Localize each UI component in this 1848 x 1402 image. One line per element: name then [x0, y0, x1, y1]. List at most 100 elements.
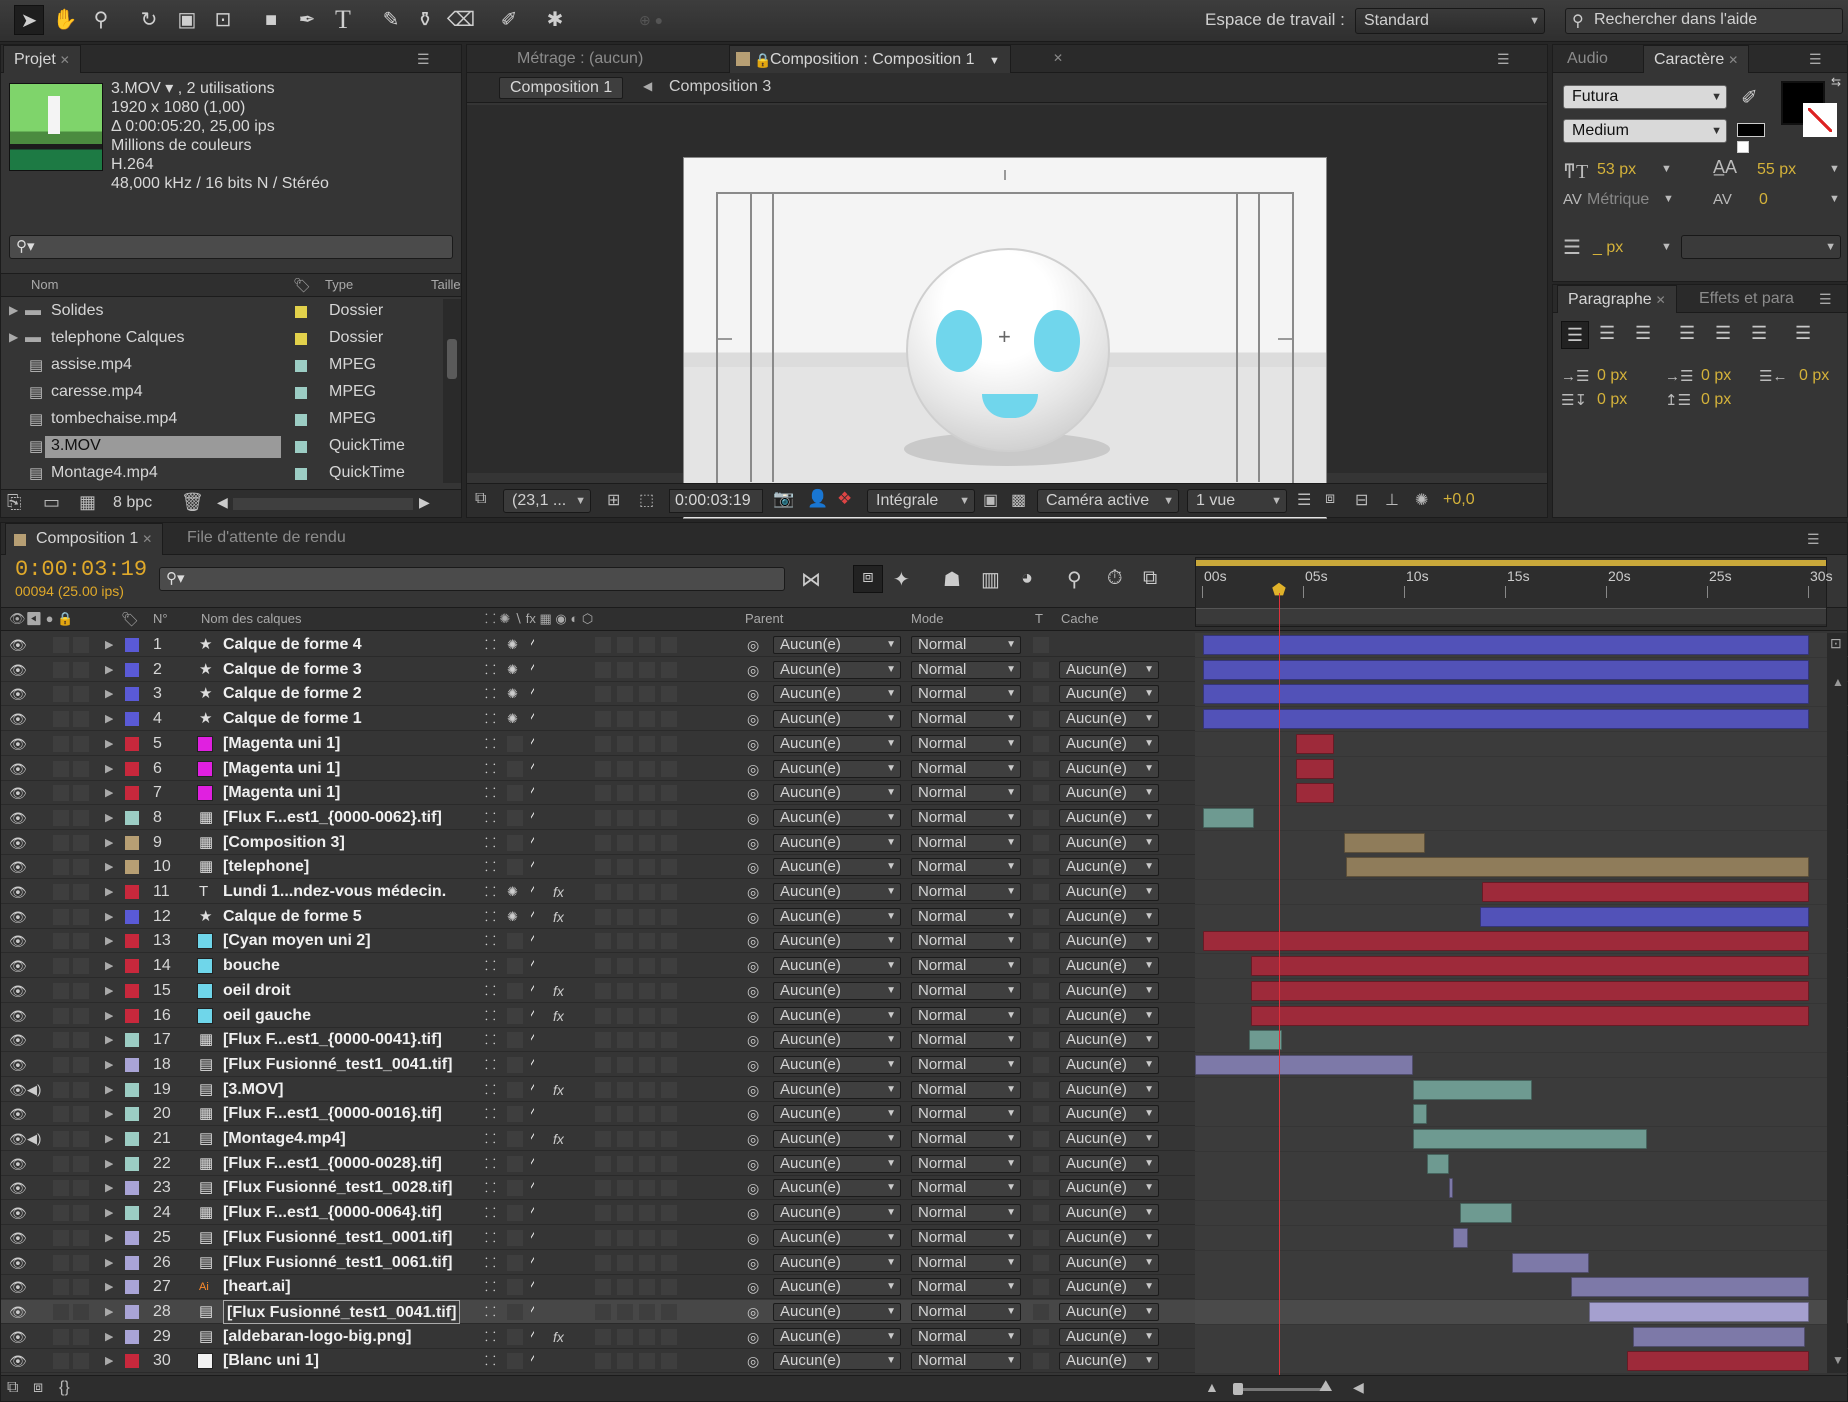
switch-box[interactable]	[661, 933, 677, 950]
camera-tool-icon[interactable]: ▣	[172, 5, 202, 35]
quality-switch-icon[interactable]: ∕	[531, 880, 534, 904]
eye-icon[interactable]: 👁	[9, 1349, 27, 1373]
switch-box[interactable]	[617, 785, 633, 802]
layer-duration-bar[interactable]	[1251, 1005, 1809, 1026]
pickwhip-icon[interactable]: ◎	[747, 1251, 759, 1275]
layer-duration-bar[interactable]	[1570, 1277, 1809, 1298]
label-color-chip[interactable]	[125, 761, 139, 776]
quality-switch-icon[interactable]: ∕	[531, 707, 534, 731]
expand-arrow-icon[interactable]: ▶	[105, 1102, 113, 1126]
switch-box[interactable]	[661, 1106, 677, 1123]
parent-dropdown[interactable]: Aucun(e) ▼	[773, 1154, 901, 1173]
justify-all-icon[interactable]: ☰	[1795, 323, 1811, 344]
indent-left-value[interactable]: 0 px	[1597, 367, 1627, 385]
layer-duration-bar[interactable]	[1588, 1301, 1809, 1322]
color-channels-icon[interactable]: ❖	[837, 489, 852, 509]
layer-row[interactable]: 👁 ▶ 16 oeil gauche ⸬ ∕ fx ◎ Aucun(e) ▼ Normal ▼ Aucu…	[1, 1003, 1848, 1028]
collapse-switch-box[interactable]	[507, 1056, 523, 1073]
swap-colors-icon[interactable]: ⇆	[1831, 75, 1841, 89]
expand-arrow-icon[interactable]: ▶	[105, 1028, 113, 1052]
project-item[interactable]: ▤ assise.mp4 MPEG	[1, 353, 441, 379]
layer-duration-bar[interactable]	[1203, 635, 1809, 655]
expand-arrow-icon[interactable]: ▶	[105, 1127, 113, 1151]
tracking-value[interactable]: 0	[1759, 191, 1768, 209]
snapshot-icon[interactable]: 📷	[773, 489, 794, 509]
space-after-value[interactable]: 0 px	[1701, 391, 1731, 409]
label-color-chip[interactable]	[125, 835, 139, 850]
blend-mode-dropdown[interactable]: Normal ▼	[911, 981, 1021, 1000]
flowchart-icon[interactable]: ⊥	[1385, 490, 1399, 510]
switch-box[interactable]	[595, 1303, 611, 1320]
layer-duration-bar[interactable]	[1249, 1030, 1282, 1051]
parent-dropdown[interactable]: Aucun(e) ▼	[773, 685, 901, 704]
scroll-up-icon[interactable]: ▲	[1832, 675, 1844, 689]
switch-box[interactable]	[595, 686, 611, 703]
layer-duration-bar[interactable]	[1459, 1203, 1513, 1224]
lock-toggle[interactable]	[73, 661, 89, 678]
layer-row[interactable]: 👁 ▶ 17 ▦ [Flux F...est1_{0000-0041}.tif] ⸬ ∕ ◎ A…	[1, 1028, 1848, 1053]
parent-dropdown[interactable]: Aucun(e) ▼	[773, 981, 901, 1000]
layer-duration-bar[interactable]	[1344, 832, 1426, 853]
pickwhip-icon[interactable]: ◎	[747, 979, 759, 1003]
chevron-down-icon[interactable]: ▼	[1829, 193, 1840, 205]
blend-mode-dropdown[interactable]: Normal ▼	[911, 1080, 1021, 1099]
quality-switch-icon[interactable]: ∕	[531, 633, 534, 657]
eye-icon[interactable]: 👁	[9, 929, 27, 953]
lock-toggle[interactable]	[73, 982, 89, 999]
chevron-down-icon[interactable]: ▼	[1661, 241, 1672, 253]
preserve-transparency-box[interactable]	[1033, 1279, 1049, 1296]
track-matte-dropdown[interactable]: Aucun(e) ▼	[1059, 932, 1159, 951]
lock-toggle[interactable]	[73, 1254, 89, 1271]
switch-box[interactable]	[595, 637, 611, 653]
collapse-switch-box[interactable]	[507, 834, 523, 851]
collapse-switch-box[interactable]	[507, 933, 523, 950]
layer-row[interactable]: 👁 ▶ 23 ▤ [Flux Fusionné_test1_0028.tif] ⸬ ∕ ◎ Au…	[1, 1176, 1848, 1201]
quality-switch-icon[interactable]: ∕	[531, 757, 534, 781]
layer-name[interactable]: [Magenta uni 1]	[223, 732, 340, 756]
layer-name[interactable]: [heart.ai]	[223, 1275, 291, 1299]
fx-switch-icon[interactable]: fx	[553, 1325, 564, 1349]
expand-arrow-icon[interactable]: ▶	[105, 757, 113, 781]
switch-box[interactable]	[639, 661, 655, 678]
label-color-chip[interactable]	[125, 934, 139, 949]
horizontal-scrollbar[interactable]	[233, 498, 413, 510]
track-matte-dropdown[interactable]: Aucun(e) ▼	[1059, 660, 1159, 679]
fx-switch-icon[interactable]: fx	[553, 979, 564, 1003]
shy-switch-icon[interactable]: ⸬	[485, 1176, 496, 1200]
blend-mode-dropdown[interactable]: Normal ▼	[911, 1253, 1021, 1272]
preserve-transparency-box[interactable]	[1033, 884, 1049, 900]
switch-box[interactable]	[617, 834, 633, 851]
blend-mode-dropdown[interactable]: Normal ▼	[911, 784, 1021, 803]
quality-switch-icon[interactable]: ∕	[531, 1300, 534, 1324]
layer-name[interactable]: [3.MOV]	[223, 1078, 283, 1102]
auto-keyframe-icon[interactable]: ⏱	[1107, 567, 1123, 590]
switch-box[interactable]	[661, 637, 677, 653]
switch-box[interactable]	[617, 637, 633, 653]
layer-name[interactable]: [Blanc uni 1]	[223, 1349, 319, 1373]
lock-toggle[interactable]	[73, 1131, 89, 1147]
track-matte-dropdown[interactable]: Aucun(e) ▼	[1059, 710, 1159, 729]
track-matte-dropdown[interactable]: Aucun(e) ▼	[1059, 734, 1159, 753]
fast-previews-icon[interactable]: ▣	[983, 490, 998, 510]
switch-box[interactable]	[595, 908, 611, 925]
label-color-chip[interactable]	[295, 333, 307, 345]
lock-toggle[interactable]	[73, 809, 89, 826]
project-scrollbar[interactable]	[443, 299, 461, 483]
align-left-icon[interactable]: ☰	[1561, 321, 1589, 349]
track-matte-dropdown[interactable]: Aucun(e) ▼	[1059, 808, 1159, 827]
quality-switch-icon[interactable]: ∕	[531, 1127, 534, 1151]
switch-box[interactable]	[617, 1056, 633, 1073]
blend-mode-dropdown[interactable]: Normal ▼	[911, 1130, 1021, 1148]
switch-box[interactable]	[661, 1007, 677, 1024]
switch-box[interactable]	[661, 735, 677, 752]
switch-box[interactable]	[595, 1056, 611, 1073]
layer-row[interactable]: 👁 ▶ 26 ▤ [Flux Fusionné_test1_0061.tif] ⸬ ∕ ◎ Au…	[1, 1250, 1848, 1275]
camera-dropdown[interactable]: Caméra active ▼	[1037, 489, 1179, 513]
draft-3d-icon[interactable]: ✦	[893, 567, 910, 592]
shy-switch-icon[interactable]: ⸬	[485, 1300, 496, 1324]
kerning-value[interactable]: Métrique	[1587, 191, 1649, 209]
collapse-switch-icon[interactable]: ✺	[507, 880, 518, 904]
switch-box[interactable]	[639, 637, 655, 653]
collapse-switch-box[interactable]	[507, 1032, 523, 1049]
eye-icon[interactable]: 👁	[9, 1176, 27, 1200]
